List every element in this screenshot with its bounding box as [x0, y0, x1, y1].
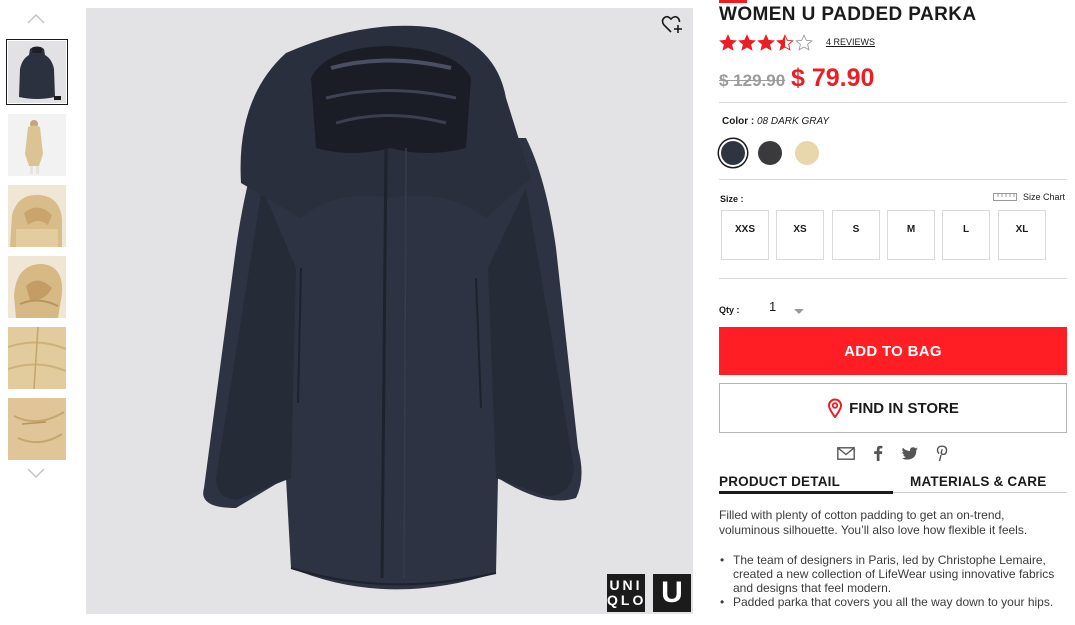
find-in-store-label: FIND IN STORE — [849, 399, 959, 417]
size-chart-label: Size Chart — [1023, 192, 1066, 202]
accent-bar — [719, 0, 747, 3]
product-title: WOMEN U PADDED PARKA — [719, 4, 977, 25]
size-option-l[interactable]: L — [942, 210, 990, 260]
thumbnail-1[interactable] — [6, 39, 68, 105]
active-tab-indicator — [719, 491, 893, 494]
size-label: Size : — [720, 194, 744, 204]
logo-line-1: UNI — [609, 577, 643, 593]
qty-label: Qty : — [719, 305, 740, 315]
thumbnail-5[interactable] — [8, 327, 66, 389]
divider — [719, 278, 1067, 279]
logo-line-2: QLO — [607, 592, 647, 608]
size-option-xs[interactable]: XS — [776, 210, 824, 260]
reviews-link[interactable]: 4 REVIEWS — [826, 37, 875, 47]
thumbnail-6[interactable] — [8, 398, 66, 460]
add-to-bag-label: ADD TO BAG — [844, 342, 942, 360]
u-logo: U — [653, 574, 691, 612]
sale-price: $ 79.90 — [791, 64, 875, 92]
feature-item: Padded parka that covers you all the way… — [719, 595, 1067, 609]
location-pin-icon — [828, 398, 843, 418]
swatch-black[interactable] — [758, 141, 782, 165]
ruler-icon — [993, 193, 1017, 201]
size-option-m[interactable]: M — [887, 210, 935, 260]
pinterest-icon[interactable] — [932, 444, 952, 462]
star-full-icon — [757, 34, 775, 51]
product-description: Filled with plenty of cotton padding to … — [719, 508, 1028, 537]
star-empty-icon — [795, 34, 813, 51]
tab-materials-care[interactable]: MATERIALS & CARE — [910, 474, 1046, 489]
star-full-icon — [738, 34, 756, 51]
tab-product-detail[interactable]: PRODUCT DETAIL — [719, 474, 840, 489]
product-info-panel: WOMEN U PADDED PARKA 4 REVIEWS $ 129.90 … — [719, 0, 1067, 625]
email-icon[interactable] — [836, 444, 856, 462]
feature-list: The team of designers in Paris, led by C… — [719, 553, 1067, 609]
size-option-xxs[interactable]: XXS — [721, 210, 769, 260]
size-chart-link[interactable]: Size Chart — [993, 192, 1065, 202]
thumbnail-2[interactable] — [8, 114, 66, 176]
share-row — [836, 444, 952, 462]
original-price: $ 129.90 — [719, 71, 786, 90]
feature-item: The team of designers in Paris, led by C… — [719, 553, 1067, 595]
star-half-icon — [776, 34, 794, 51]
main-product-image[interactable]: UNI QLO U — [86, 8, 693, 614]
size-option-s[interactable]: S — [832, 210, 880, 260]
color-label: Color : — [722, 116, 755, 127]
qty-select-value[interactable]: 1 — [769, 299, 776, 314]
find-in-store-button[interactable]: FIND IN STORE — [719, 383, 1067, 433]
add-to-bag-button[interactable]: ADD TO BAG — [719, 327, 1067, 375]
facebook-icon[interactable] — [868, 444, 888, 462]
swatch-dark-gray[interactable] — [721, 141, 745, 165]
chevron-down-icon[interactable] — [26, 466, 46, 482]
thumbnail-3[interactable] — [8, 185, 66, 247]
star-full-icon — [719, 34, 737, 51]
chevron-up-icon[interactable] — [26, 12, 46, 28]
swatch-beige[interactable] — [795, 141, 819, 165]
thumbnail-4[interactable] — [8, 256, 66, 318]
star-rating — [719, 34, 813, 52]
tab-underline — [893, 492, 1067, 493]
divider — [719, 102, 1067, 103]
twitter-icon[interactable] — [900, 444, 920, 462]
parka-illustration — [203, 25, 582, 590]
divider — [719, 179, 1067, 180]
size-option-xl[interactable]: XL — [998, 210, 1046, 260]
heart-plus-icon[interactable] — [661, 14, 683, 36]
uniqlo-logo: UNI QLO — [607, 574, 645, 612]
caret-down-icon[interactable] — [793, 303, 805, 314]
color-value: 08 DARK GRAY — [757, 116, 830, 127]
product-page: UNI QLO U WOMEN U PADDED PARKA 4 REVIEWS… — [0, 0, 1075, 625]
